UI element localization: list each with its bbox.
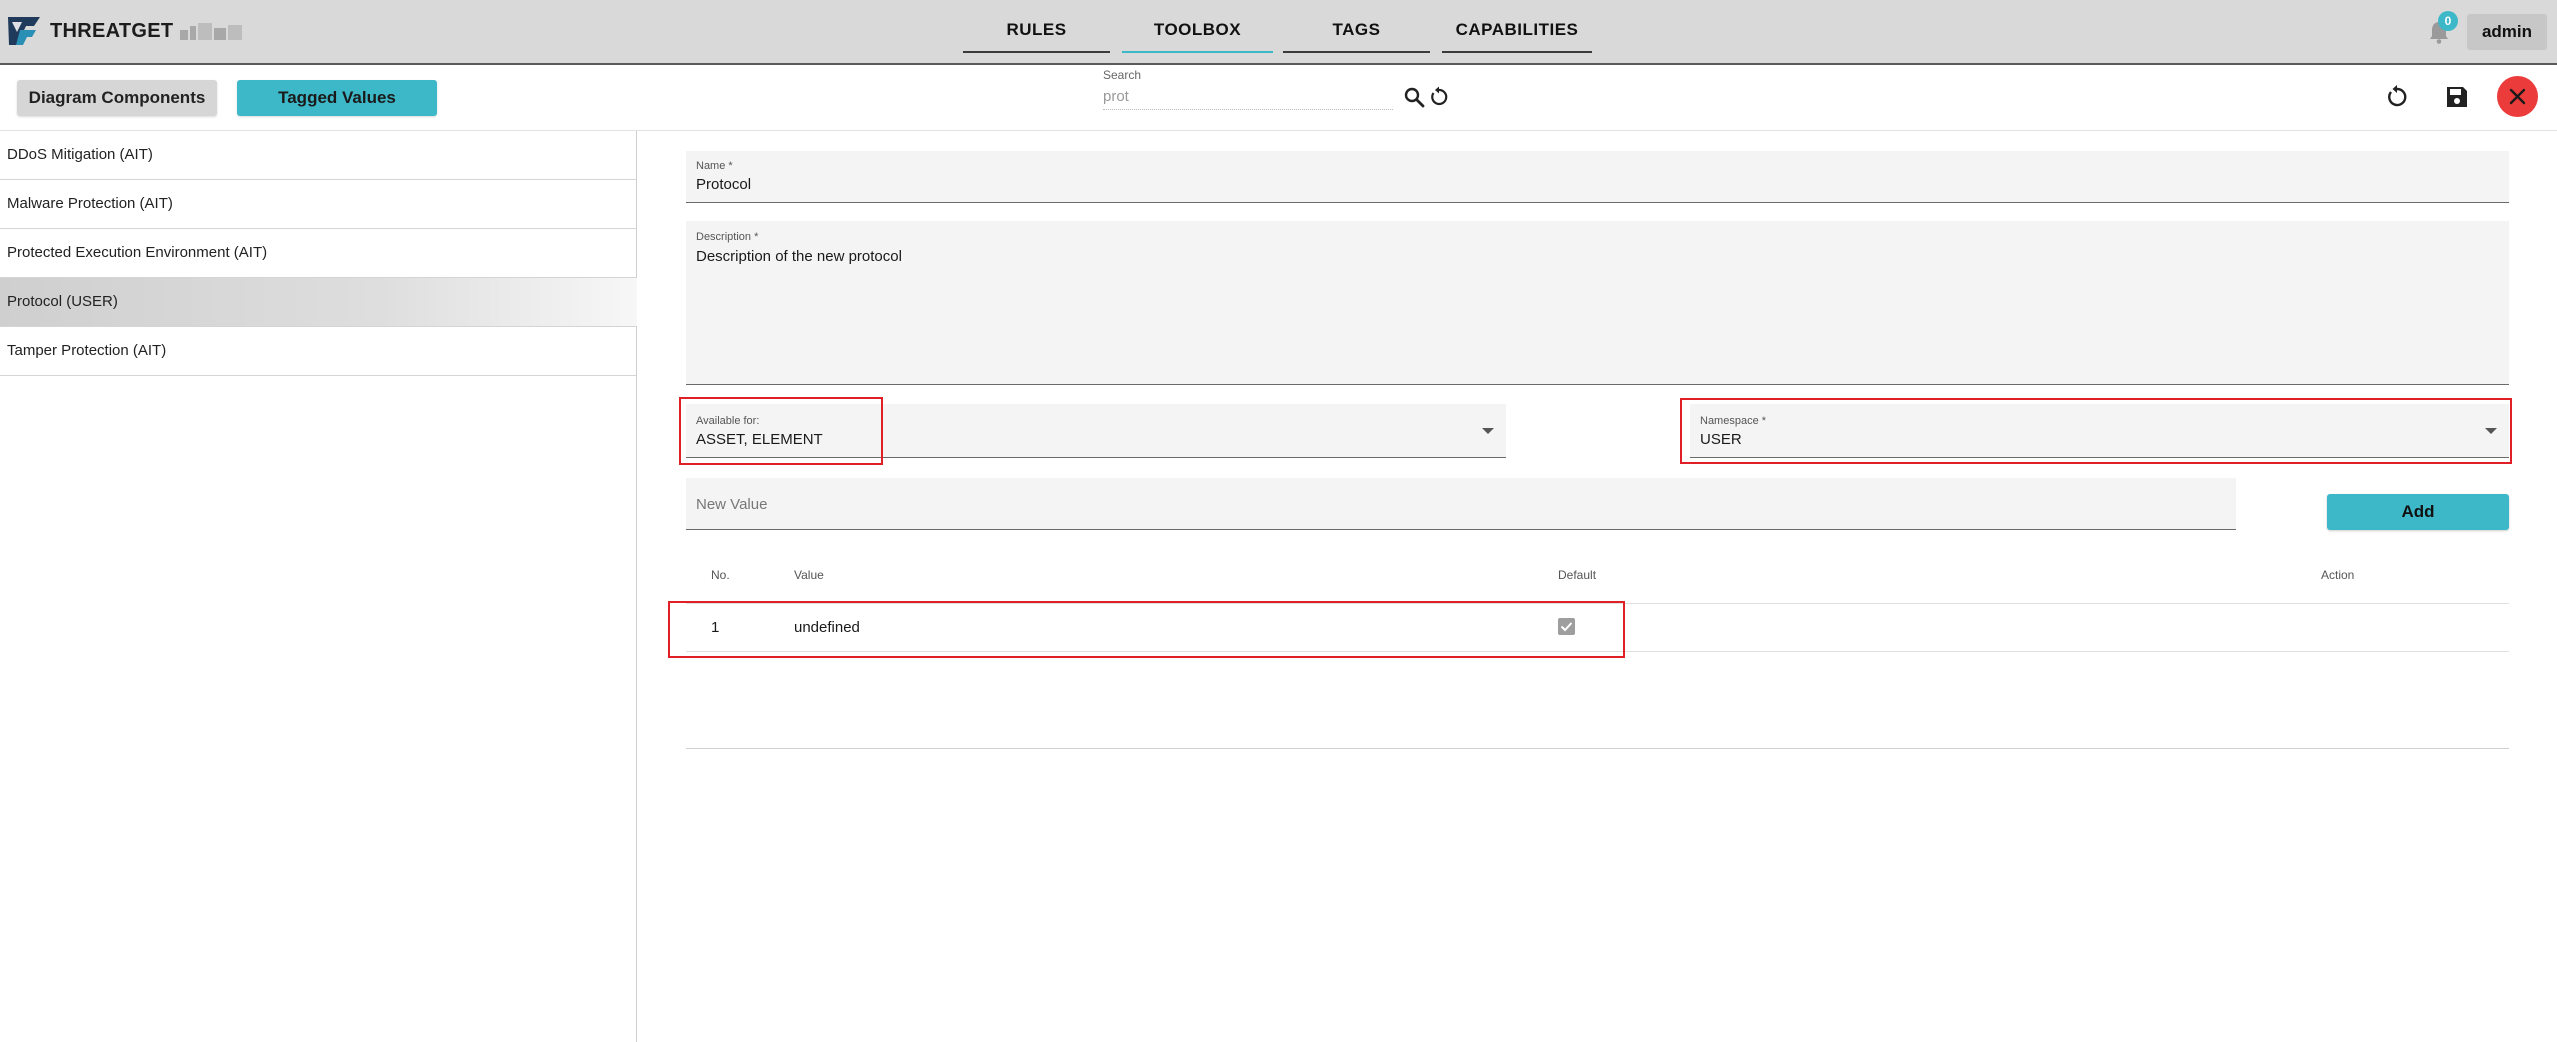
description-field-value: Description of the new protocol — [696, 248, 902, 265]
column-header-no: No. — [711, 568, 730, 582]
check-icon — [1560, 622, 1573, 632]
chevron-down-icon — [2485, 428, 2497, 434]
nav-tab-rules[interactable]: RULES — [963, 0, 1110, 53]
namespace-label: Namespace * — [1700, 415, 1767, 427]
name-field[interactable]: Name * Protocol — [686, 151, 2509, 203]
search-label: Search — [1103, 68, 1142, 82]
close-icon — [2509, 88, 2526, 105]
brand-name: THREATGET — [50, 20, 174, 42]
notification-count-badge: 0 — [2438, 11, 2458, 31]
available-for-label: Available for: — [696, 415, 760, 427]
nav-tab-capabilities[interactable]: CAPABILITIES — [1442, 0, 1592, 53]
list-item-tamper-protection[interactable]: Tamper Protection (AIT) — [0, 327, 637, 376]
nav-tab-toolbox[interactable]: TOOLBOX — [1122, 0, 1273, 53]
default-checkbox[interactable] — [1558, 618, 1575, 635]
list-item-ddos-mitigation[interactable]: DDoS Mitigation (AIT) — [0, 131, 637, 180]
new-value-field[interactable] — [686, 478, 2236, 530]
nav-tab-tags[interactable]: TAGS — [1283, 0, 1430, 53]
list-item-protected-execution-environment[interactable]: Protected Execution Environment (AIT) — [0, 229, 637, 278]
name-field-value: Protocol — [696, 176, 752, 193]
chevron-down-icon — [1482, 428, 1494, 434]
list-item-protocol[interactable]: Protocol (USER) — [0, 278, 637, 327]
brand-badge-logo — [180, 23, 244, 40]
table-row-divider — [686, 651, 2509, 652]
column-header-action: Action — [2321, 568, 2355, 582]
row-number: 1 — [711, 619, 720, 636]
close-button[interactable] — [2497, 76, 2538, 117]
namespace-select[interactable]: Namespace * USER — [1690, 404, 2509, 458]
undo-icon[interactable] — [2384, 84, 2410, 110]
search-icon[interactable] — [1403, 86, 1425, 108]
list-item-malware-protection[interactable]: Malware Protection (AIT) — [0, 180, 637, 229]
threatget-logo-icon — [8, 17, 40, 45]
column-header-value: Value — [794, 568, 824, 582]
save-icon[interactable] — [2444, 84, 2470, 110]
tagged-values-button[interactable]: Tagged Values — [237, 80, 437, 116]
available-for-select[interactable]: Available for: ASSET, ELEMENT — [686, 404, 1506, 458]
reset-search-icon[interactable] — [1428, 86, 1450, 108]
add-value-button[interactable]: Add — [2327, 494, 2509, 530]
row-value: undefined — [794, 619, 860, 636]
diagram-components-button[interactable]: Diagram Components — [17, 80, 217, 116]
table-header-divider — [686, 603, 2509, 604]
namespace-value: USER — [1700, 431, 1742, 448]
new-value-input[interactable] — [696, 492, 1496, 516]
name-field-label: Name * — [696, 160, 733, 172]
column-header-default: Default — [1558, 568, 1597, 582]
user-menu-button[interactable]: admin — [2467, 14, 2547, 50]
tagged-values-list: DDoS Mitigation (AIT) Malware Protection… — [0, 131, 637, 1042]
available-for-value: ASSET, ELEMENT — [696, 431, 823, 448]
description-field[interactable]: Description * Description of the new pro… — [686, 221, 2509, 385]
description-field-label: Description * — [696, 231, 759, 243]
top-navigation-bar: THREATGET RULES TOOLBOX TAGS CAPABILITIE… — [0, 0, 2557, 65]
search-input[interactable] — [1103, 84, 1393, 110]
table-bottom-divider — [686, 748, 2509, 749]
